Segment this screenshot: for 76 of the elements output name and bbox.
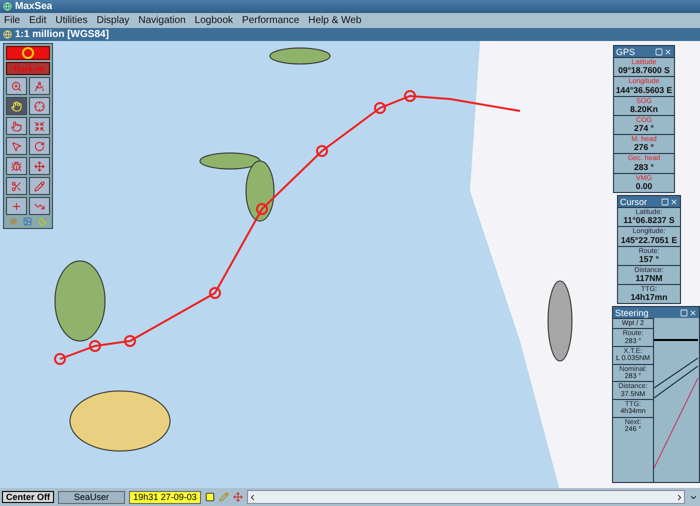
waypoint-marker[interactable]: [316, 145, 328, 157]
waypoint-marker[interactable]: [209, 287, 221, 299]
tool-button[interactable]: [6, 137, 27, 155]
app-icon: [3, 2, 12, 11]
field-value: 283 °: [634, 162, 654, 172]
stop-button[interactable]: [6, 46, 50, 60]
field-value: 0.00: [636, 182, 652, 191]
rotate-icon: [34, 140, 45, 152]
maximize-icon[interactable]: [655, 48, 663, 56]
tool-button[interactable]: [29, 117, 50, 135]
chart-window-title: 1:1 million [WGS84]: [15, 29, 109, 40]
user-name: SeaUser: [58, 490, 126, 504]
tool-button[interactable]: [29, 197, 50, 215]
target-icon: [22, 47, 34, 59]
field-value: 117NM: [636, 274, 662, 284]
field-value: 145°22.7051 E: [620, 236, 678, 245]
hand-icon: [11, 100, 22, 112]
cursor-icon: [11, 140, 22, 152]
close-icon[interactable]: [670, 198, 678, 206]
plus-icon: [11, 200, 22, 212]
tool-button[interactable]: [6, 197, 27, 215]
horizontal-scrollbar[interactable]: [247, 490, 685, 504]
panel-title: Cursor: [620, 196, 648, 206]
field-value: 14h17mn: [630, 293, 668, 302]
field-value: 11°06.8237 S: [623, 216, 675, 226]
shrink-icon: [34, 120, 45, 132]
tool-button[interactable]: [6, 177, 27, 195]
tool-button[interactable]: [6, 77, 27, 95]
move-icon: [34, 160, 45, 172]
menu-item[interactable]: Edit: [29, 15, 46, 26]
tool-button[interactable]: [6, 117, 27, 135]
panel-title: Steering: [615, 308, 649, 318]
tool-button[interactable]: [29, 157, 50, 175]
tool-button[interactable]: [6, 157, 27, 175]
center-off-button[interactable]: Center Off: [2, 491, 54, 503]
waypoint-marker[interactable]: [404, 90, 416, 102]
menu-item[interactable]: Help & Web: [308, 15, 362, 26]
move-icon[interactable]: [233, 492, 244, 502]
field-value: 09°18.7600 S: [618, 66, 670, 76]
close-icon[interactable]: [664, 48, 672, 56]
panel-title: GPS: [616, 46, 636, 56]
waypoint-marker[interactable]: [256, 203, 268, 215]
tool-button[interactable]: [6, 97, 27, 115]
field-value: 8.20Kn: [630, 104, 658, 114]
menu-item[interactable]: Display: [96, 15, 130, 26]
menu-item[interactable]: Logbook: [194, 15, 234, 26]
field-value: 157 °: [639, 254, 659, 264]
scissors-icon: [11, 180, 22, 192]
tool-button[interactable]: [29, 177, 50, 195]
waypoint-marker[interactable]: [124, 335, 136, 347]
bug-icon: [11, 160, 22, 172]
time-stamp: 19h31 27-09-03: [129, 490, 202, 504]
pencil-icon: [34, 180, 45, 192]
island: [270, 48, 330, 64]
menu-item[interactable]: Performance: [242, 15, 300, 26]
menu-item[interactable]: File: [4, 15, 20, 26]
globe-icon: [3, 30, 12, 39]
maximize-icon[interactable]: [661, 198, 669, 206]
menu-item[interactable]: Utilities: [55, 15, 88, 26]
tool-button[interactable]: [29, 77, 50, 95]
compass-icon: [34, 80, 45, 92]
pointer-hand-icon: [11, 120, 22, 132]
close-icon[interactable]: [689, 308, 697, 316]
tool-button[interactable]: [29, 97, 50, 115]
field-value: 274 °: [634, 124, 654, 134]
field-value: 276 °: [634, 143, 654, 152]
menu-item[interactable]: Navigation: [138, 15, 186, 26]
waypoint-marker[interactable]: [89, 340, 101, 352]
maximize-icon[interactable]: [680, 308, 688, 316]
field-value: 144°36.5603 E: [616, 86, 672, 95]
tool-button[interactable]: [29, 137, 50, 155]
waypoint-marker[interactable]: [374, 102, 386, 114]
crosshair-icon: [34, 100, 45, 112]
zoom-icon: [11, 80, 22, 92]
waypoint-marker[interactable]: [54, 353, 66, 365]
app-title: MaxSea: [15, 1, 52, 12]
